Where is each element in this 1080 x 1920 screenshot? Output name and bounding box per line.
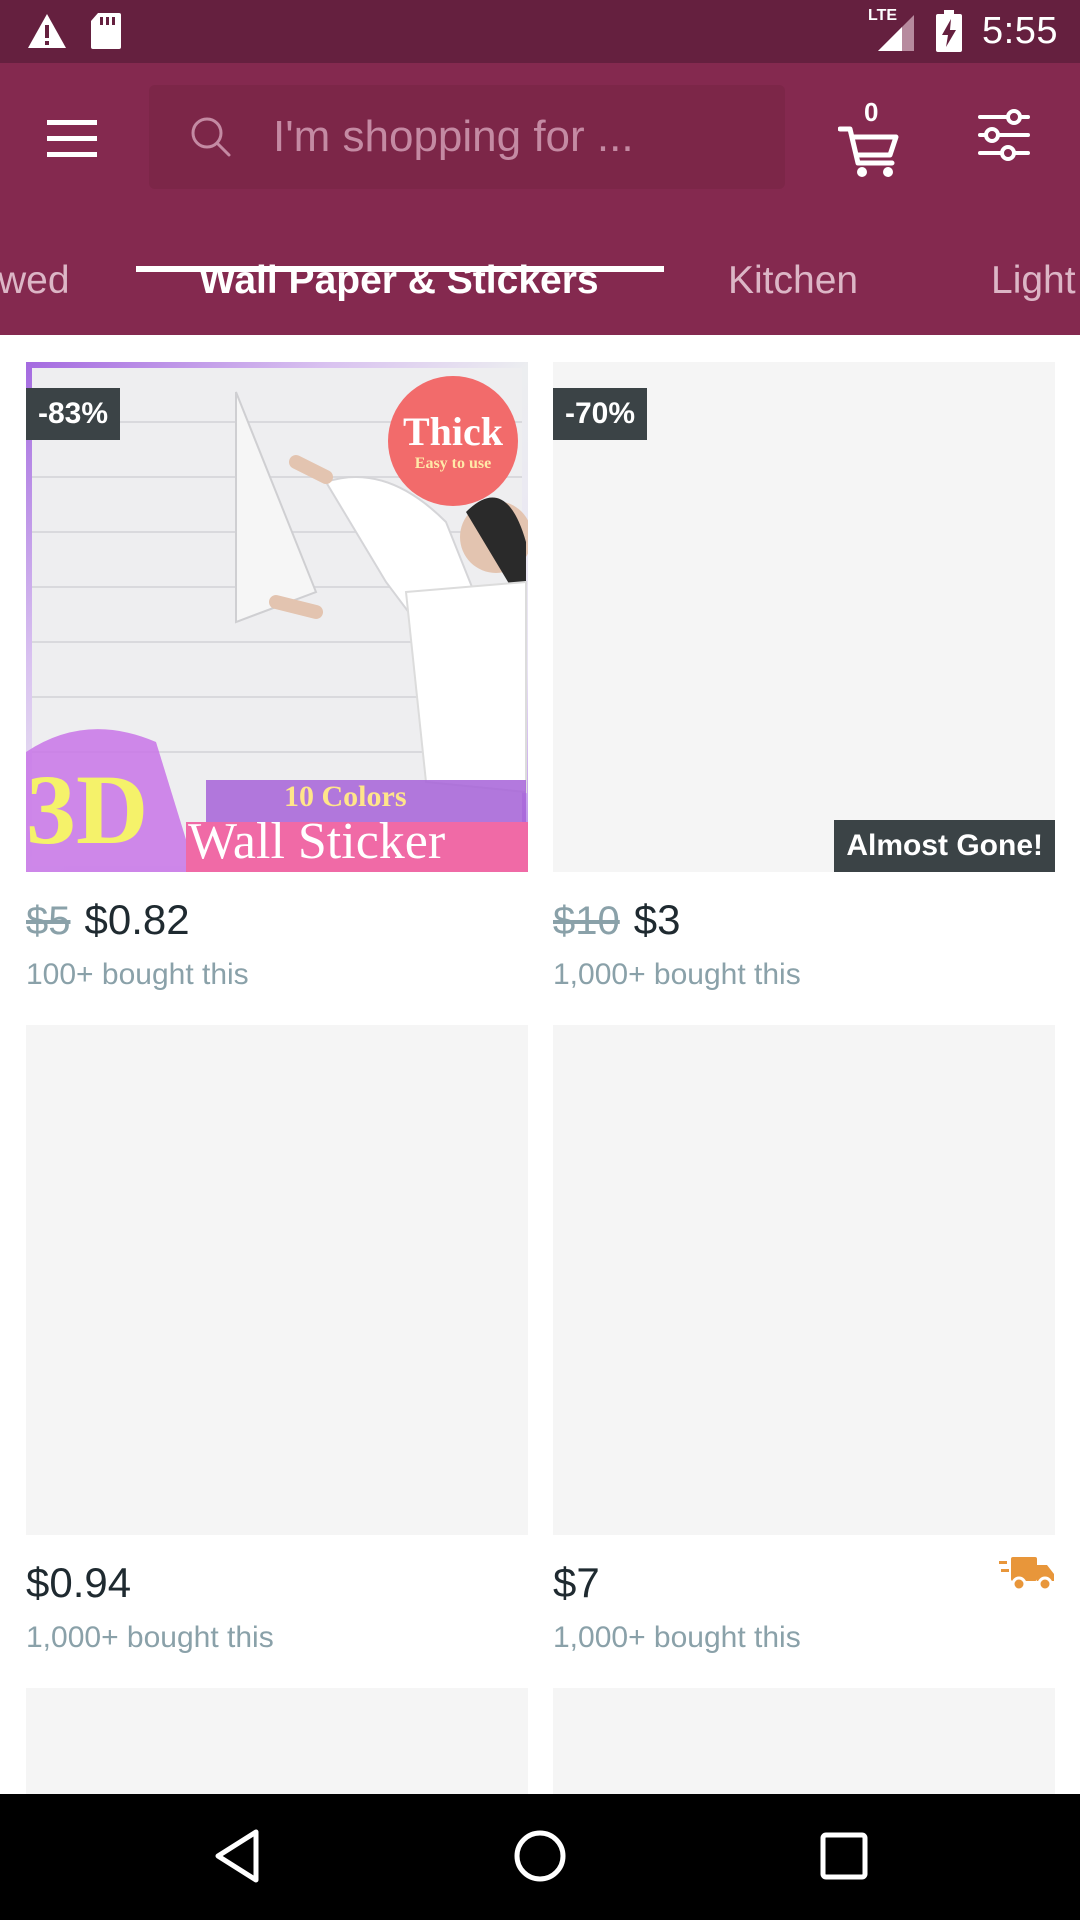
original-price: $5	[26, 899, 71, 943]
product-image[interactable]	[553, 1025, 1055, 1535]
product-image[interactable]: Thick Easy to use 3D 10 Colors Wall Stic…	[26, 362, 528, 872]
almost-gone-tag: Almost Gone!	[834, 820, 1055, 872]
product-card[interactable]: $0.94 1,000+ bought this	[26, 1025, 528, 1655]
bought-count: 1,000+ bought this	[26, 1621, 274, 1654]
bought-count: 100+ bought this	[26, 958, 249, 991]
fast-shipping-truck-icon	[999, 1557, 1054, 1592]
product-card[interactable]: -70% Almost Gone! $10 $3 1,000+ bought t…	[553, 362, 1055, 992]
product-image[interactable]	[26, 1025, 528, 1535]
menu-icon	[47, 120, 97, 157]
price-row: $10 $3	[553, 896, 1055, 950]
cart-button[interactable]: 0	[838, 97, 902, 179]
recents-icon[interactable]	[812, 1824, 876, 1888]
tab-recently-viewed[interactable]: wed	[0, 259, 70, 303]
category-tabs: wed Wall Paper & Stickers Kitchen Light	[0, 223, 1080, 335]
price-row: $0.94	[26, 1559, 528, 1613]
warning-icon	[28, 14, 66, 48]
search-input[interactable]	[273, 112, 753, 162]
active-tab-indicator	[136, 266, 664, 272]
app-bar: 0 wed Wall Paper & Stickers Kitchen Ligh…	[0, 63, 1080, 335]
clock: 5:55	[982, 9, 1058, 52]
price-row: $7	[553, 1557, 1055, 1613]
sale-price: $7	[553, 1559, 600, 1606]
price-row: $5 $0.82	[26, 896, 528, 950]
product-image[interactable]: -70% Almost Gone!	[553, 362, 1055, 872]
filter-button[interactable]	[978, 109, 1034, 165]
signal-icon: LTE	[868, 7, 916, 53]
image-text-3d: 3D	[26, 754, 149, 865]
bought-count: 1,000+ bought this	[553, 1621, 801, 1654]
product-image[interactable]	[26, 1688, 528, 1794]
sale-price: $0.82	[84, 896, 190, 943]
filter-icon	[978, 109, 1030, 161]
product-card[interactable]: Thick Easy to use 3D 10 Colors Wall Stic…	[26, 362, 528, 992]
image-text-wall-sticker: Wall Sticker	[188, 813, 446, 870]
tab-kitchen[interactable]: Kitchen	[728, 259, 858, 303]
back-icon[interactable]	[206, 1824, 270, 1888]
original-price: $10	[553, 899, 620, 943]
home-icon[interactable]	[508, 1824, 572, 1888]
battery-charging-icon	[936, 10, 963, 52]
product-card[interactable]: $7 1,000+ bought this	[553, 1025, 1055, 1655]
menu-button[interactable]	[44, 111, 100, 167]
discount-badge: -70%	[553, 388, 648, 440]
status-bar: LTE 5:55	[0, 0, 1080, 63]
system-nav-bar	[0, 1794, 1080, 1920]
thick-badge: Thick Easy to use	[388, 376, 518, 506]
discount-badge: -83%	[26, 388, 121, 440]
search-bar[interactable]	[149, 85, 785, 189]
sale-price: $0.94	[26, 1559, 132, 1606]
image-text-colors: 10 Colors	[284, 780, 407, 813]
cart-icon	[838, 126, 899, 177]
search-icon	[191, 117, 231, 157]
bought-count: 1,000+ bought this	[553, 958, 801, 991]
sale-price: $3	[633, 896, 681, 943]
product-image[interactable]	[553, 1688, 1055, 1794]
tab-light[interactable]: Light	[991, 259, 1076, 303]
sd-card-icon	[91, 13, 121, 49]
